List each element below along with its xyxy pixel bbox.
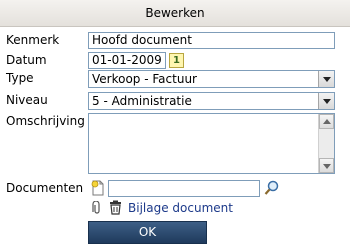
type-label: Type <box>6 71 34 85</box>
documenten-label: Documenten <box>6 181 84 195</box>
paperclip-icon <box>92 200 102 218</box>
documenten-input[interactable] <box>108 180 260 197</box>
dialog-title: Bewerken <box>0 0 350 27</box>
calendar-icon[interactable]: 1 <box>169 53 184 68</box>
ok-button[interactable]: OK <box>88 221 207 244</box>
search-icon[interactable] <box>264 180 280 199</box>
trash-icon[interactable] <box>109 200 122 218</box>
bijlage-document-link[interactable]: Bijlage document <box>128 201 233 215</box>
niveau-select[interactable]: 5 - Administratie <box>88 92 335 110</box>
chevron-down-icon[interactable] <box>318 71 334 87</box>
omschrijving-textarea[interactable] <box>88 113 335 174</box>
scroll-down-icon[interactable] <box>319 158 334 173</box>
niveau-label: Niveau <box>6 93 48 107</box>
omschrijving-label: Omschrijving <box>6 114 85 128</box>
scroll-up-icon[interactable] <box>319 114 334 129</box>
chevron-down-icon[interactable] <box>318 93 334 109</box>
type-select[interactable]: Verkoop - Factuur <box>88 70 335 88</box>
datum-label: Datum <box>6 53 47 67</box>
niveau-selected-value: 5 - Administratie <box>92 94 192 108</box>
new-document-icon[interactable] <box>91 180 105 199</box>
kenmerk-input[interactable]: Hoofd document <box>88 32 335 49</box>
vertical-scrollbar[interactable] <box>318 114 334 173</box>
type-selected-value: Verkoop - Factuur <box>92 72 197 86</box>
kenmerk-label: Kenmerk <box>6 33 60 47</box>
datum-input[interactable]: 01-01-2009 <box>88 52 166 69</box>
